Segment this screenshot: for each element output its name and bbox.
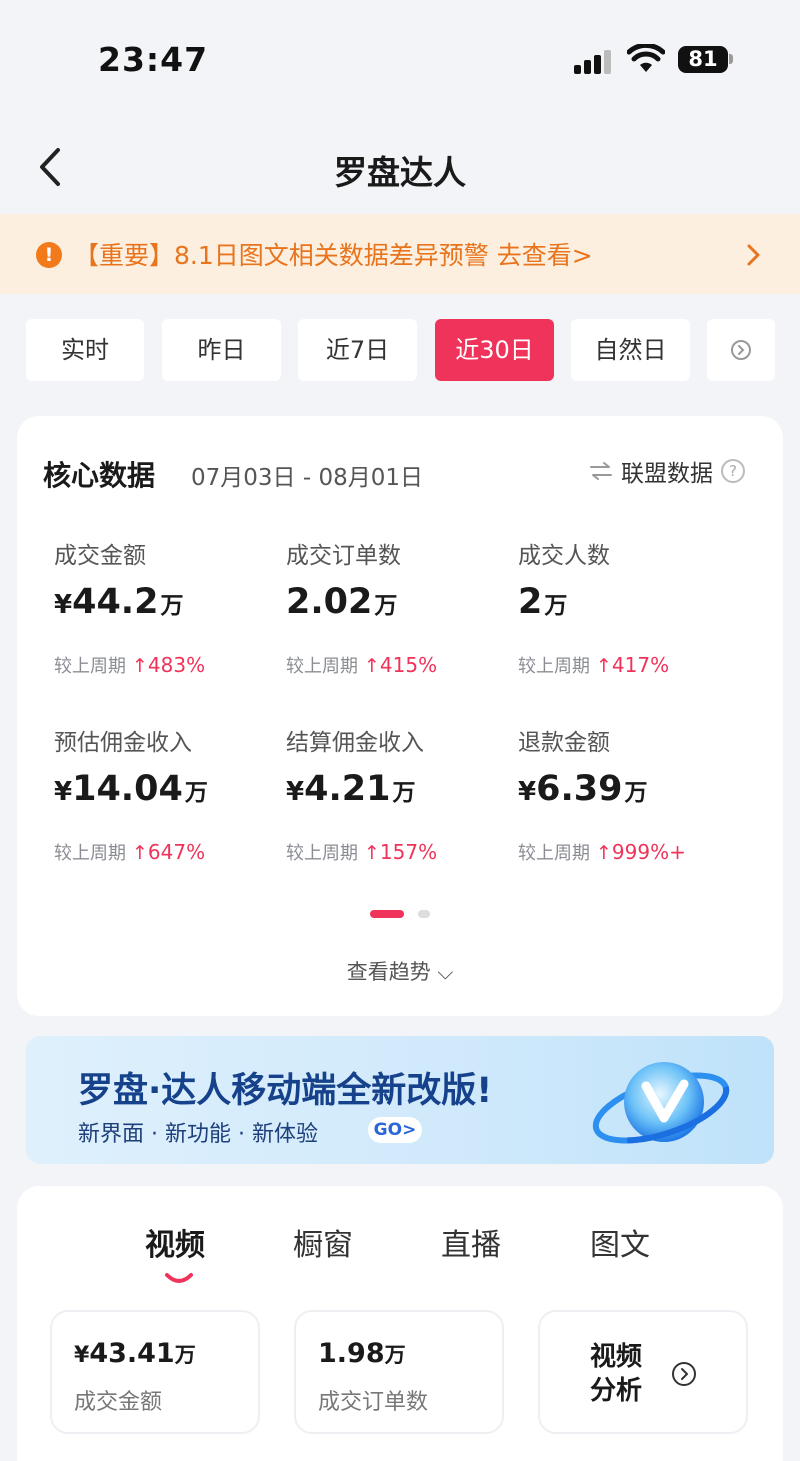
- metric-label: 退款金额: [518, 730, 610, 756]
- battery-tip: [729, 54, 733, 64]
- content-tab-showcase[interactable]: 橱窗: [293, 1220, 353, 1264]
- metric-label: 成交金额: [54, 543, 146, 569]
- notice-text: 【重要】8.1日图文相关数据差异预警 去查看>: [74, 241, 593, 270]
- tab-yesterday[interactable]: 昨日: [162, 319, 281, 381]
- metric-gmv[interactable]: 成交金额 ¥44.2万 较上周期 ↑483%: [54, 536, 274, 696]
- alert-icon: !: [36, 242, 62, 268]
- status-time: 23:47: [98, 40, 209, 79]
- arrow-up-icon: ↑: [596, 842, 612, 864]
- arrow-up-icon: ↑: [132, 655, 148, 677]
- go-badge[interactable]: GO>: [368, 1117, 422, 1143]
- metric-value: ¥6.39万: [518, 769, 648, 809]
- view-trend-button[interactable]: 查看趋势 ⌵: [17, 956, 783, 986]
- arrow-up-icon: ↑: [596, 655, 612, 677]
- page-title: 罗盘达人: [334, 153, 466, 192]
- arrow-up-icon: ↑: [364, 842, 380, 864]
- metric-compare: 较上周期 ↑417%: [518, 653, 670, 677]
- alliance-data-toggle[interactable]: 联盟数据 ?: [589, 454, 745, 488]
- page-dot-active: [370, 910, 404, 918]
- chevron-right-icon: [747, 244, 760, 266]
- stat-label: 成交订单数: [318, 1390, 429, 1415]
- video-analysis-button[interactable]: 视频 分析: [538, 1310, 748, 1434]
- content-tab-video[interactable]: 视频: [145, 1220, 205, 1264]
- stat-gmv[interactable]: ¥43.41万 成交金额: [50, 1310, 260, 1434]
- metric-label: 结算佣金收入: [286, 730, 424, 756]
- content-card: 视频 橱窗 直播 图文 ¥43.41万 成交金额 1.98万 成交订单数 视频 …: [17, 1186, 783, 1461]
- metric-compare: 较上周期 ↑483%: [54, 653, 206, 677]
- active-tab-indicator: [165, 1273, 193, 1283]
- battery-icon: 81: [678, 46, 728, 73]
- metric-value: ¥4.21万: [286, 769, 416, 809]
- stat-label: 成交金额: [74, 1390, 163, 1415]
- core-data-card: 核心数据 07月03日 - 08月01日 联盟数据 ? 成交金额 ¥44.2万 …: [17, 416, 783, 1016]
- stat-value: 1.98万: [318, 1338, 406, 1369]
- content-tab-image-text[interactable]: 图文: [590, 1220, 650, 1264]
- metric-orders[interactable]: 成交订单数 2.02万 较上周期 ↑415%: [286, 536, 506, 696]
- stat-value: ¥43.41万: [74, 1338, 196, 1369]
- tab-natural-day[interactable]: 自然日: [571, 319, 690, 381]
- metric-refund[interactable]: 退款金额 ¥6.39万 较上周期 ↑999%+: [518, 723, 738, 883]
- metric-estimated-commission[interactable]: 预估佣金收入 ¥14.04万 较上周期 ↑647%: [54, 723, 274, 883]
- period-tabs: 实时 昨日 近7日 近30日 自然日: [26, 319, 776, 381]
- metric-label: 成交订单数: [286, 543, 401, 569]
- metric-buyers[interactable]: 成交人数 2万 较上周期 ↑417%: [518, 536, 738, 696]
- metric-compare: 较上周期 ↑415%: [286, 653, 438, 677]
- metric-value: ¥14.04万: [54, 769, 208, 809]
- cellular-signal-icon: [574, 50, 612, 74]
- circle-chevron-right-icon: [731, 340, 751, 360]
- compass-logo-icon: [592, 1062, 730, 1144]
- banner-subtitle: 新界面 · 新功能 · 新体验: [78, 1122, 318, 1147]
- status-bar: 23:47 81: [0, 0, 800, 120]
- metric-label: 预估佣金收入: [54, 730, 192, 756]
- metric-compare: 较上周期 ↑999%+: [518, 840, 686, 864]
- video-analysis-label: 视频 分析: [590, 1342, 643, 1406]
- more-tabs-button[interactable]: [707, 319, 775, 381]
- metric-value: 2.02万: [286, 582, 398, 622]
- promo-banner[interactable]: 罗盘·达人移动端全新改版! 新界面 · 新功能 · 新体验 GO>: [26, 1036, 774, 1164]
- banner-title: 罗盘·达人移动端全新改版!: [78, 1071, 493, 1111]
- tab-last-7-days[interactable]: 近7日: [298, 319, 417, 381]
- metric-compare: 较上周期 ↑157%: [286, 840, 438, 864]
- metric-settled-commission[interactable]: 结算佣金收入 ¥4.21万 较上周期 ↑157%: [286, 723, 506, 883]
- circle-chevron-right-icon: [672, 1362, 696, 1386]
- content-tab-live[interactable]: 直播: [441, 1220, 501, 1264]
- tab-realtime[interactable]: 实时: [26, 319, 144, 381]
- core-data-title: 核心数据: [43, 459, 156, 492]
- wifi-icon: [627, 44, 665, 72]
- page-dot: [418, 910, 430, 918]
- date-range: 07月03日 - 08月01日: [191, 465, 423, 491]
- metric-value: 2万: [518, 582, 568, 622]
- page-indicator[interactable]: [370, 910, 430, 918]
- help-icon[interactable]: ?: [721, 459, 745, 483]
- metric-label: 成交人数: [518, 543, 610, 569]
- metric-value: ¥44.2万: [54, 582, 184, 622]
- stat-orders[interactable]: 1.98万 成交订单数: [294, 1310, 504, 1434]
- arrow-up-icon: ↑: [132, 842, 148, 864]
- arrow-up-icon: ↑: [364, 655, 380, 677]
- tab-last-30-days[interactable]: 近30日: [435, 319, 554, 381]
- swap-icon: [590, 462, 612, 480]
- alliance-data-label: 联盟数据: [621, 461, 713, 487]
- notice-banner[interactable]: ! 【重要】8.1日图文相关数据差异预警 去查看>: [0, 214, 800, 294]
- nav-bar: 罗盘达人: [0, 120, 800, 212]
- metric-compare: 较上周期 ↑647%: [54, 840, 206, 864]
